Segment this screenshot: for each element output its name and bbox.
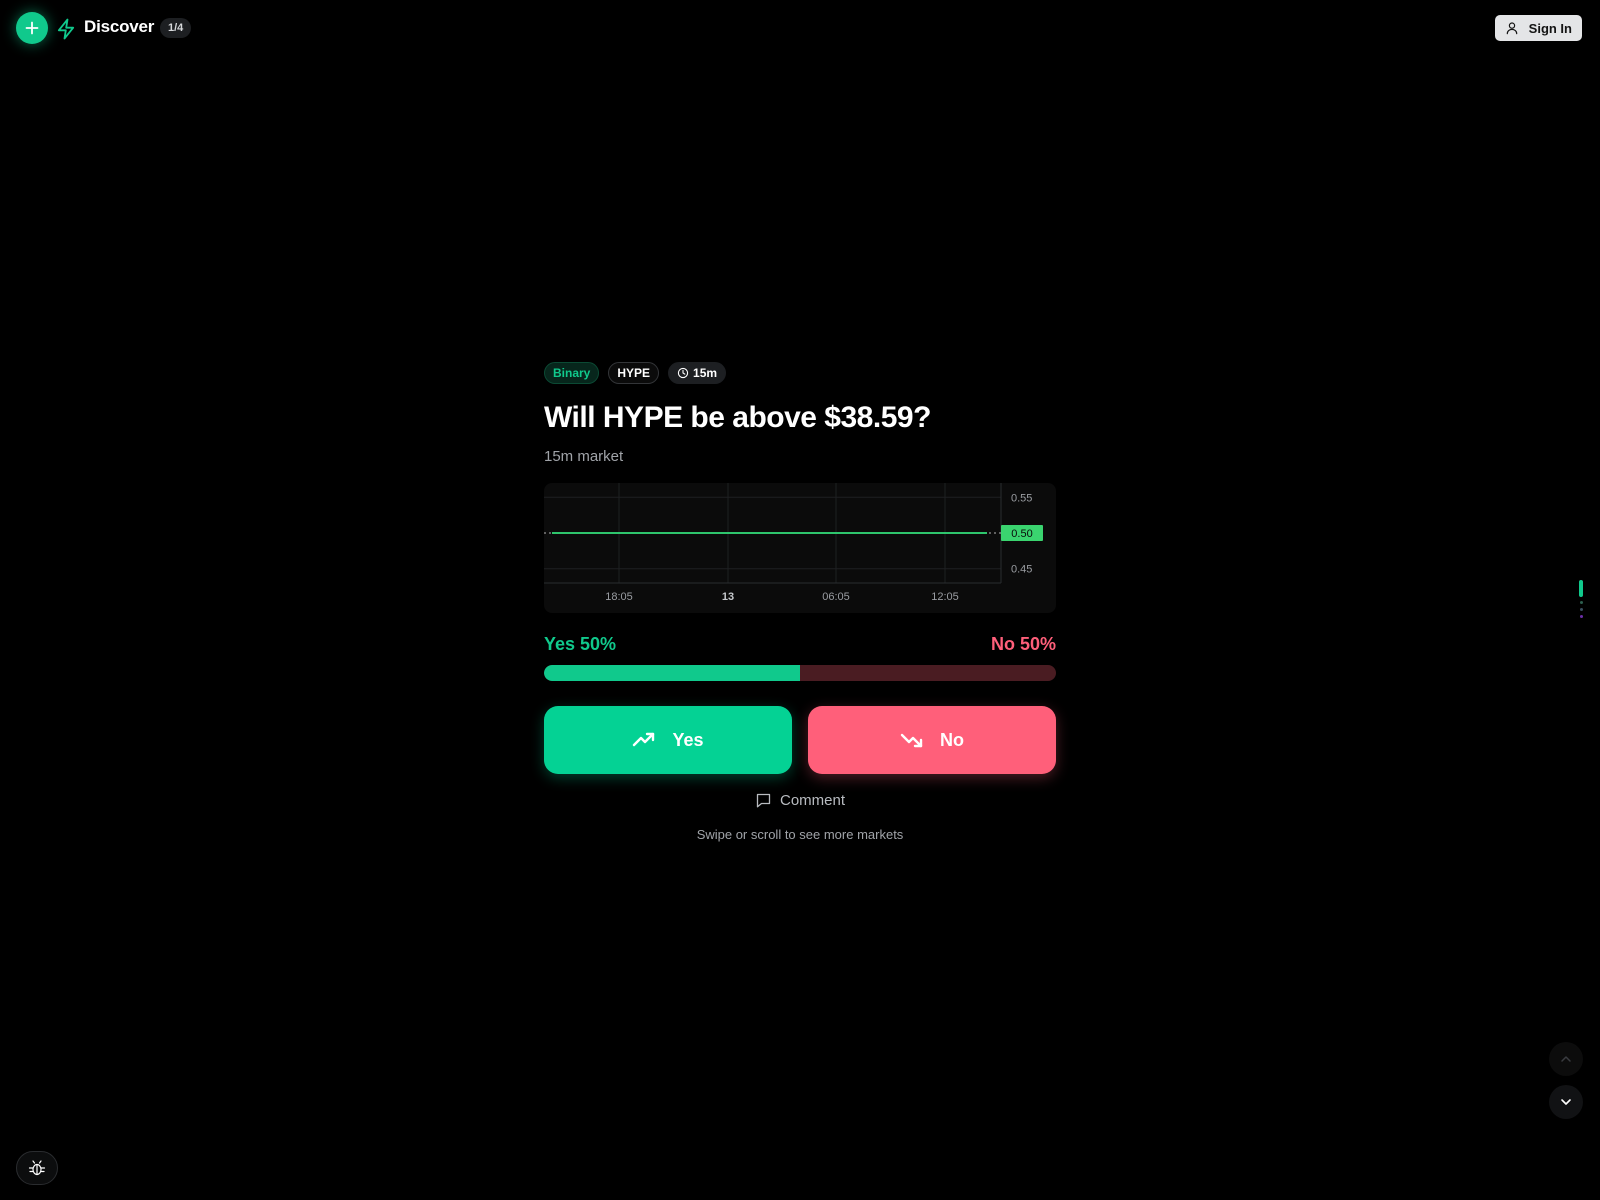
comment-icon [756,793,771,808]
vote-no-button[interactable]: No [808,706,1056,774]
price-chart-svg: 0.50 0.55 0.45 18:05 13 06:05 12:05 [544,483,1043,603]
pager-dot [1580,608,1583,611]
probability-bar-yes-fill [544,665,800,681]
plus-icon [25,21,39,35]
market-subtitle: 15m market [544,448,624,465]
no-odds-label: No 50% [990,634,1056,654]
price-chart[interactable]: 0.50 0.55 0.45 18:05 13 06:05 12:05 [544,483,1056,613]
clock-icon [677,367,689,379]
trending-up-icon [633,732,655,747]
comment-label: Comment [779,792,846,809]
vote-yes-label: Yes [672,729,704,750]
sign-in-button[interactable]: Sign In [1494,15,1582,41]
chart-current-value-label: 0.50 [1011,528,1032,540]
market-counter-badge: 1/4 [160,18,192,38]
market-type-label: Binary [553,366,591,380]
asset-label: HYPE [617,366,651,380]
pager-dot [1580,601,1583,604]
sign-in-label: Sign In [1528,20,1572,36]
chart-y-tick-label: 0.45 [1011,564,1032,576]
user-icon [1506,22,1517,35]
comment-button[interactable]: Comment [544,792,1056,809]
next-market-button[interactable] [1549,1085,1583,1119]
pager-dot [1580,615,1583,618]
chevron-up-icon [1561,1056,1571,1062]
vote-actions: Yes No [544,706,1056,774]
page-title: Discover [84,17,155,36]
swipe-hint: Swipe or scroll to see more markets [696,827,904,842]
bolt-icon [57,18,75,40]
market-tags: Binary HYPE 15m [544,362,1056,384]
asset-tag: HYPE [608,362,660,384]
probability-bar [544,665,1056,681]
market-question: Will HYPE be above $38.59? [544,401,931,434]
market-card: Binary HYPE 15m Will HYPE be above $38.5… [544,362,1056,842]
chart-y-tick-label: 0.55 [1011,492,1032,504]
chart-x-tick-label: 12:05 [931,591,959,603]
vote-yes-button[interactable]: Yes [544,706,792,774]
debug-button[interactable] [16,1151,58,1185]
chart-x-tick-label: 13 [722,591,734,603]
chart-x-tick-label: 06:05 [822,591,850,603]
chevron-down-icon [1561,1099,1571,1105]
timeframe-tag: 15m [668,362,727,384]
trending-down-icon [900,733,923,748]
bug-icon [28,1160,46,1176]
odds-row: Yes 50% No 50% [544,633,1056,655]
vote-no-label: No [940,729,964,750]
market-type-tag: Binary [544,362,600,384]
pager-dot-active [1579,580,1583,597]
timeframe-label: 15m [693,366,718,380]
yes-odds-label: Yes 50% [544,634,617,654]
chart-x-tick-label: 18:05 [605,591,633,603]
pager-indicator [1579,580,1583,618]
add-market-button[interactable] [16,12,48,44]
previous-market-button[interactable] [1549,1042,1583,1076]
